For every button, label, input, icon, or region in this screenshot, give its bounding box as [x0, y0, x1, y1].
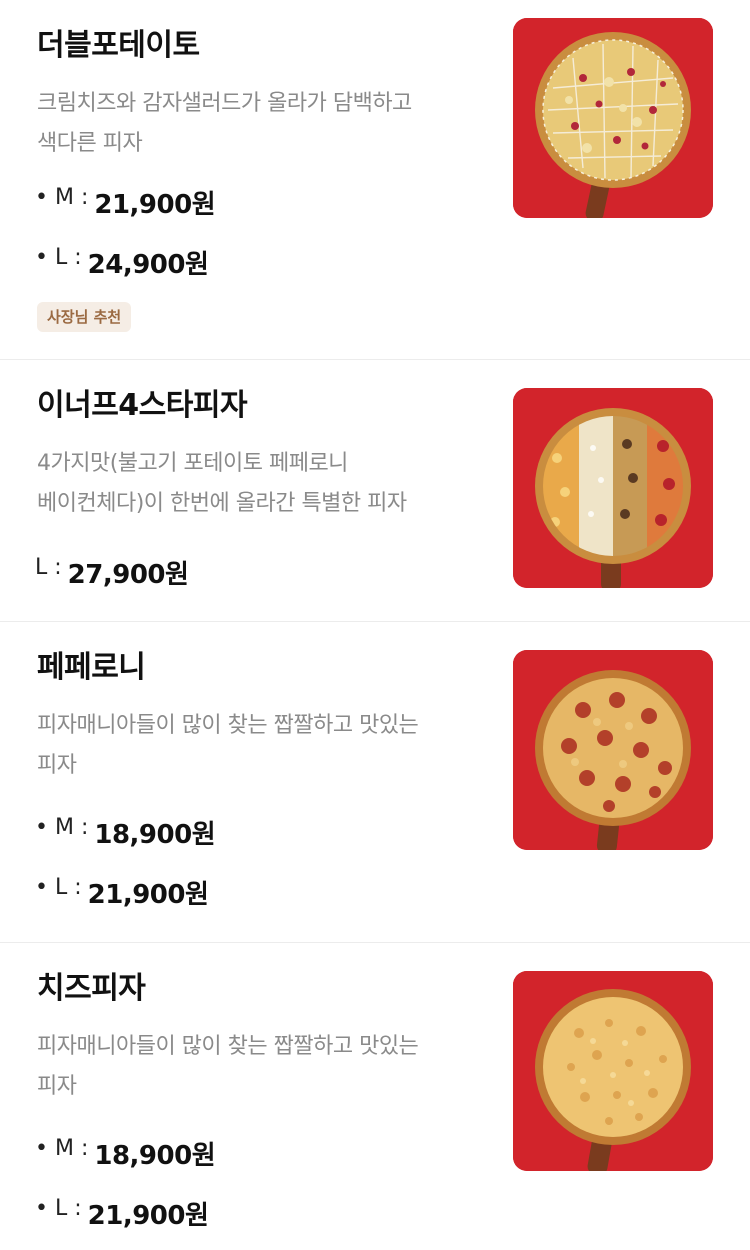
menu-item-four-star[interactable]: 이너프4스타피자 4가지맛(불고기 포테이토 페페로니베이컨체다)이 한번에 올…: [0, 360, 750, 622]
description-line: 색다른 피자: [37, 131, 143, 156]
description-line: 피자: [37, 1074, 77, 1099]
size-label: • M :: [35, 1135, 89, 1161]
description-line: 피자매니아들이 많이 찾는 짭짤하고 맛있는: [37, 713, 419, 738]
description-line: 크림치즈와 감자샐러드가 올라가 담백하고: [37, 91, 412, 116]
pizza-image: [513, 388, 713, 588]
size-label: • M :: [35, 814, 89, 840]
size-label: • L :: [35, 244, 82, 270]
pizza-image: [513, 18, 713, 218]
price-row-m: • M : 18,900원: [35, 1133, 216, 1173]
price-row-m: • M : 21,900원: [35, 182, 216, 222]
description-line: 피자매니아들이 많이 찾는 짭짤하고 맛있는: [37, 1034, 419, 1059]
price-value: 24,900원: [87, 249, 209, 280]
price-value: 21,900원: [87, 879, 209, 910]
price-value: 21,900원: [87, 1200, 209, 1231]
price-row-l: • L : 24,900원: [35, 242, 209, 282]
price-value: 21,900원: [94, 189, 216, 220]
item-description: 4가지맛(불고기 포테이토 페페로니베이컨체다)이 한번에 올라간 특별한 피자: [37, 444, 477, 524]
menu-item-double-potato[interactable]: 더블포테이토 크림치즈와 감자샐러드가 올라가 담백하고색다른 피자 • M :…: [0, 0, 750, 360]
item-description: 크림치즈와 감자샐러드가 올라가 담백하고색다른 피자: [37, 84, 477, 164]
price-row-l: L : 27,900원: [35, 552, 189, 592]
description-line: 4가지맛(불고기 포테이토 페페로니: [37, 451, 348, 476]
recommend-badge: 사장님 추천: [37, 302, 132, 332]
item-description: 피자매니아들이 많이 찾는 짭짤하고 맛있는피자: [37, 1027, 477, 1107]
pizza-image: [513, 650, 713, 850]
item-name: 페페로니: [37, 650, 146, 685]
price-row-m: • M : 18,900원: [35, 812, 216, 852]
size-label: • M :: [35, 184, 89, 210]
double-potato-pizza-photo: [513, 18, 713, 218]
pepperoni-pizza-photo: [513, 650, 713, 850]
item-name: 더블포테이토: [37, 28, 200, 63]
price-row-l: • L : 21,900원: [35, 872, 209, 912]
price-value: 18,900원: [94, 819, 216, 850]
price-value: 27,900원: [67, 559, 189, 590]
item-description: 피자매니아들이 많이 찾는 짭짤하고 맛있는피자: [37, 706, 477, 786]
price-value: 18,900원: [94, 1140, 216, 1171]
item-name: 이너프4스타피자: [37, 388, 248, 423]
menu-item-pepperoni[interactable]: 페페로니 피자매니아들이 많이 찾는 짭짤하고 맛있는피자 • M : 18,9…: [0, 622, 750, 943]
description-line: 베이컨체다)이 한번에 올라간 특별한 피자: [37, 491, 407, 516]
price-row-l: • L : 21,900원: [35, 1193, 209, 1233]
size-label: • L :: [35, 874, 82, 900]
menu-item-cheese[interactable]: 치즈피자 피자매니아들이 많이 찾는 짭짤하고 맛있는피자 • M : 18,9…: [0, 943, 750, 1250]
description-line: 피자: [37, 753, 77, 778]
size-label: • L :: [35, 1195, 82, 1221]
menu-list: 더블포테이토 크림치즈와 감자샐러드가 올라가 담백하고색다른 피자 • M :…: [0, 0, 750, 1250]
size-label: L :: [35, 554, 62, 580]
cheese-pizza-photo: [513, 971, 713, 1171]
item-name: 치즈피자: [37, 971, 146, 1006]
four-star-pizza-photo: [513, 388, 713, 588]
pizza-image: [513, 971, 713, 1171]
